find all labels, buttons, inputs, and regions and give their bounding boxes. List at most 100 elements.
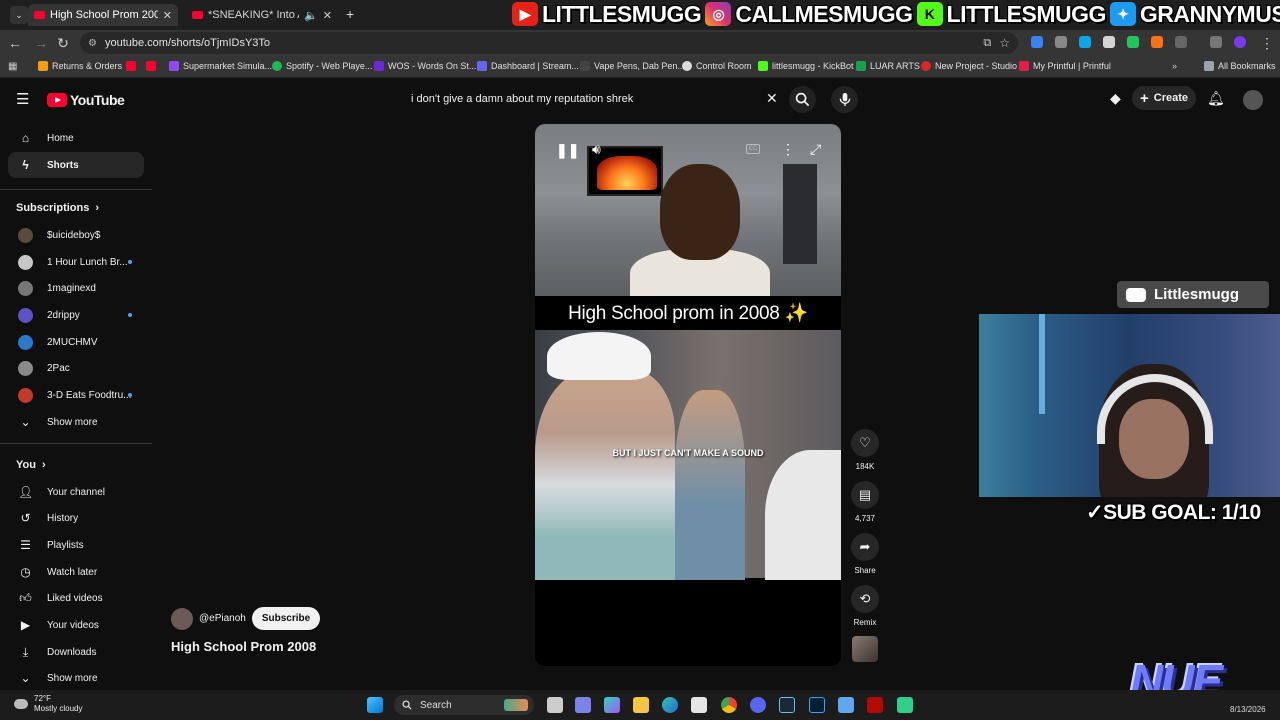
store-icon[interactable] <box>691 697 707 713</box>
sidebar-item-watch-later[interactable]: ◷ Watch later <box>8 559 144 585</box>
show-more-subscriptions[interactable]: ⌄ Show more <box>8 409 144 435</box>
install-icon[interactable]: ⧉ <box>983 37 991 50</box>
bookmark[interactable]: Spotify - Web Playe... <box>272 61 372 71</box>
channel-handle[interactable]: @ePianoh <box>199 613 246 624</box>
sidebar-item-history[interactable]: ↺ History <box>8 505 144 531</box>
bookmark[interactable]: WOS - Words On St... <box>374 61 476 71</box>
bookmark[interactable]: New Project - Studio <box>921 61 1017 71</box>
task-view-icon[interactable] <box>547 697 563 713</box>
bookmark[interactable]: Dashboard | Stream... <box>477 61 579 71</box>
file-explorer-icon[interactable] <box>633 697 649 713</box>
subscription-item[interactable]: $uicideboy$ <box>8 222 144 248</box>
obs-app-icon[interactable] <box>897 697 913 713</box>
subscription-item[interactable]: 2Pac <box>8 355 144 381</box>
subscribe-button[interactable]: Subscribe <box>251 607 321 630</box>
tab-avengers[interactable]: *SNEAKING* Into Avengers 🔈 ✕ <box>186 4 338 26</box>
taskbar-search[interactable]: Search <box>394 695 534 715</box>
sidebar-item-liked-videos[interactable]: 👍︎ Liked videos <box>8 585 144 611</box>
media-controls-icon[interactable] <box>1210 36 1222 48</box>
more-options-icon[interactable]: ⋮ <box>781 141 795 158</box>
reload-icon[interactable]: ↻ <box>54 34 72 52</box>
volume-icon[interactable]: 🔊︎ <box>592 141 601 158</box>
extensions-puzzle-icon[interactable] <box>1175 36 1187 48</box>
sidebar-item-downloads[interactable]: ⤓ Downloads <box>8 639 144 665</box>
clear-search-icon[interactable]: ✕ <box>766 90 778 107</box>
notepad-icon[interactable] <box>838 697 854 713</box>
address-bar[interactable]: ⚙ youtube.com/shorts/oTjmIDsY3To ⧉ ☆ <box>80 32 1018 54</box>
youtube-logo[interactable]: YouTube <box>47 92 125 108</box>
subscription-item[interactable]: 2MUCHMV <box>8 329 144 355</box>
all-bookmarks[interactable]: All Bookmarks <box>1204 61 1276 71</box>
tab-prom[interactable]: High School Prom 2008 - Yo ✕ <box>28 4 178 26</box>
bookmark-star-icon[interactable]: ☆ <box>999 36 1018 50</box>
subscription-item[interactable]: 1 Hour Lunch Br... <box>8 249 144 275</box>
bookmark[interactable]: Control Room <box>682 61 752 71</box>
back-icon[interactable]: ← <box>6 34 24 52</box>
speaker-icon[interactable]: 🔈 <box>304 9 318 22</box>
notifications-bell-icon[interactable]: 🔔︎ <box>1207 90 1225 107</box>
subscription-item[interactable]: 3-D Eats Foodtru... <box>8 382 144 408</box>
sidebar-item-your-videos[interactable]: ▶ Your videos <box>8 612 144 638</box>
fullscreen-icon[interactable]: ⤢ <box>810 141 821 158</box>
taskbar-date[interactable]: 8/13/2026 <box>1230 705 1266 714</box>
search-button[interactable] <box>789 86 816 113</box>
hamburger-menu-icon[interactable]: ☰ <box>16 90 29 108</box>
account-avatar[interactable] <box>1243 90 1263 110</box>
pause-icon[interactable]: ❚❚ <box>556 142 579 159</box>
remix-button[interactable]: ⟲ <box>851 585 879 613</box>
extension-icon[interactable] <box>1151 36 1163 48</box>
extension-icon[interactable] <box>1127 36 1139 48</box>
channel-avatar[interactable] <box>171 607 193 630</box>
bookmark[interactable]: Returns & Orders <box>38 61 122 71</box>
extension-icon[interactable] <box>1079 36 1091 48</box>
copilot-icon[interactable] <box>604 697 620 713</box>
new-tab-button[interactable]: + <box>346 6 354 22</box>
discord-icon[interactable] <box>750 697 766 713</box>
forward-icon[interactable]: → <box>32 34 50 52</box>
subscription-item[interactable]: 2drippy <box>8 302 144 328</box>
extension-icon[interactable] <box>1103 36 1115 48</box>
apps-grid-icon[interactable]: ▦ <box>8 61 17 72</box>
widgets-icon[interactable] <box>575 697 591 713</box>
windows-start-icon[interactable] <box>367 697 383 713</box>
create-button[interactable]: + Create <box>1132 86 1196 110</box>
edge-icon[interactable] <box>662 697 678 713</box>
steam-icon[interactable] <box>779 697 795 713</box>
search-input[interactable]: i don't give a damn about my reputation … <box>400 82 790 116</box>
extension-icon[interactable] <box>1031 36 1043 48</box>
bookmark[interactable]: Vape Pens, Dab Pen... <box>580 61 685 71</box>
bookmark[interactable]: littlesmugg - KickBot <box>758 61 854 71</box>
shorts-player[interactable]: ❚❚ 🔊︎ CC ⋮ ⤢ High School prom in 2008 ✨ … <box>535 124 841 666</box>
bookmark[interactable] <box>146 61 156 71</box>
close-icon[interactable]: ✕ <box>163 9 172 22</box>
more-bookmarks-icon[interactable]: » <box>1172 61 1177 71</box>
bookmark[interactable] <box>126 61 136 71</box>
sidebar-item-home[interactable]: ⌂ Home <box>8 125 144 151</box>
bookmark[interactable]: LUAR ARTS <box>856 61 920 71</box>
voice-search-button[interactable] <box>831 86 858 113</box>
weather-widget[interactable]: 72°F Mostly cloudy <box>14 694 82 714</box>
site-info-icon[interactable]: ⚙ <box>88 38 97 49</box>
gem-icon[interactable]: ◆ <box>1110 90 1121 107</box>
close-icon[interactable]: ✕ <box>323 9 332 22</box>
profile-avatar[interactable] <box>1234 36 1246 48</box>
subscriptions-heading[interactable]: Subscriptions › <box>16 202 99 214</box>
audio-thumbnail[interactable] <box>852 636 878 662</box>
tab-search-button[interactable]: ⌄ <box>10 6 28 24</box>
sidebar-item-your-channel[interactable]: 👤︎ Your channel <box>8 479 144 505</box>
show-more-you[interactable]: ⌄ Show more <box>8 665 144 691</box>
extension-icon[interactable] <box>1055 36 1067 48</box>
acrobat-icon[interactable] <box>867 697 883 713</box>
menu-dots-icon[interactable]: ⋮ <box>1258 34 1276 52</box>
bookmark[interactable]: Supermarket Simula... <box>169 61 272 71</box>
bookmark[interactable]: My Printful | Printful <box>1019 61 1111 71</box>
you-heading[interactable]: You › <box>16 459 46 471</box>
photoshop-icon[interactable] <box>809 697 825 713</box>
share-button[interactable]: ➦ <box>851 533 879 561</box>
sidebar-item-shorts[interactable]: ϟ Shorts <box>8 152 144 178</box>
sidebar-item-playlists[interactable]: ☰ Playlists <box>8 532 144 558</box>
comments-button[interactable]: ▤ <box>851 481 879 509</box>
subscription-item[interactable]: 1maginexd <box>8 275 144 301</box>
like-button[interactable]: ♡ <box>851 429 879 457</box>
chrome-icon[interactable] <box>721 697 737 713</box>
